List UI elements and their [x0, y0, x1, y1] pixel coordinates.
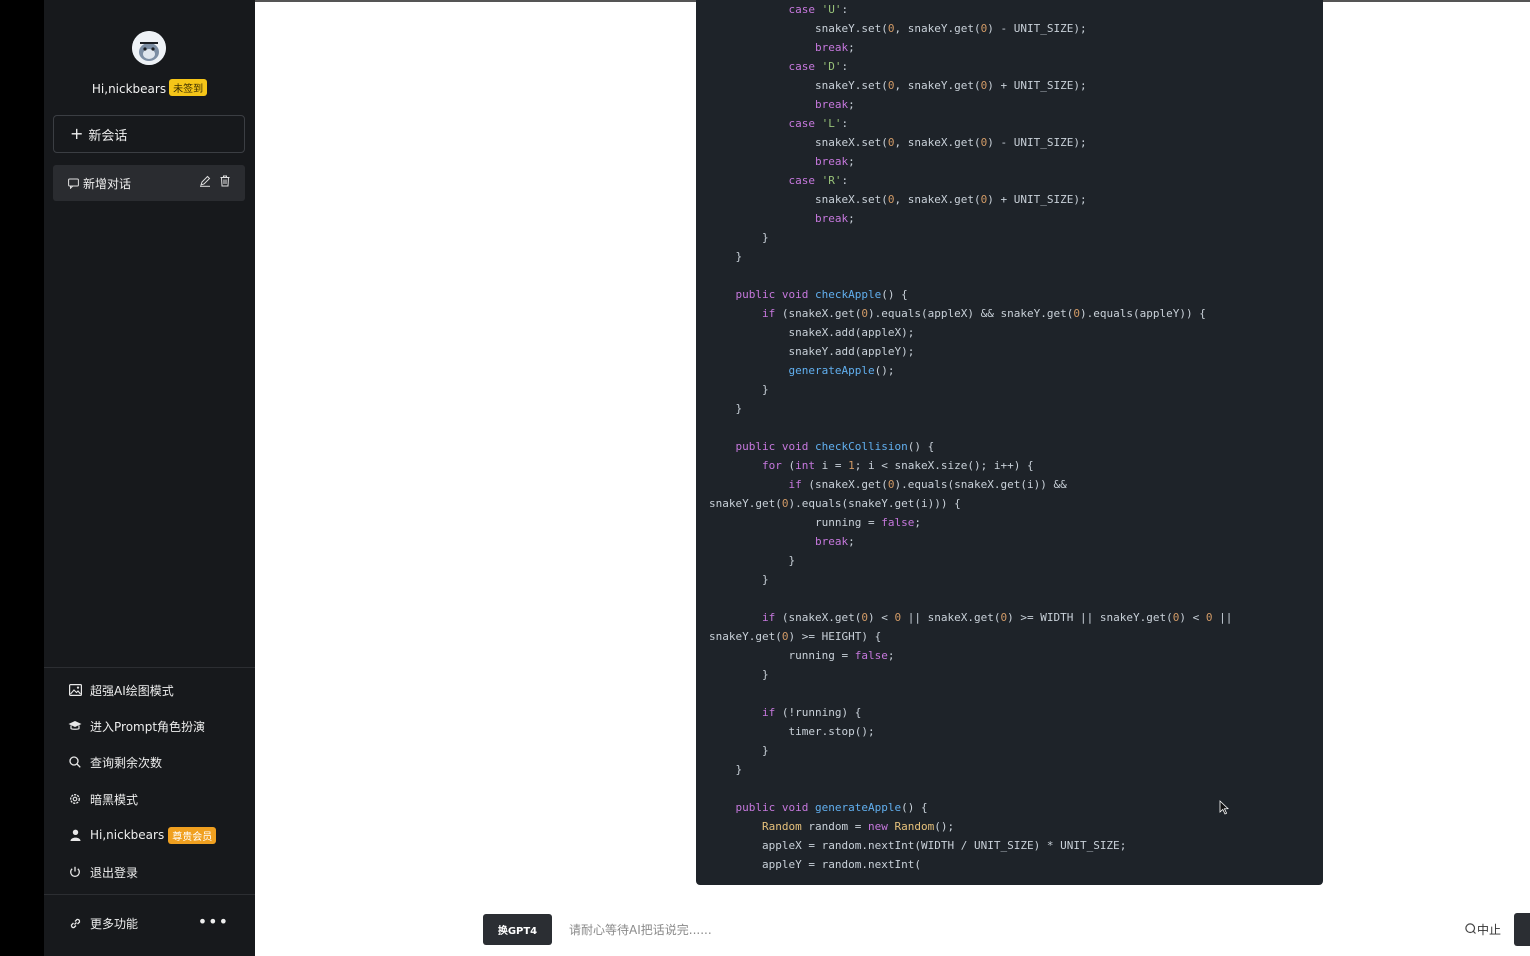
- stop-icon: [1465, 922, 1476, 937]
- code-line: }: [709, 668, 769, 681]
- menu-item-dark-mode[interactable]: 暗黑模式: [68, 789, 138, 809]
- code-line: snakeX.set(0, snakeX.get(0) + UNIT_SIZE)…: [814, 193, 1087, 206]
- prompt-input[interactable]: [561, 917, 1457, 943]
- code-block: case 'U': snakeY.set(0, snakeY.get(0) - …: [696, 0, 1323, 885]
- code-line: }: [709, 383, 769, 396]
- user-icon: [68, 828, 82, 842]
- code-line: case 'U':: [788, 3, 849, 16]
- window-left-edge: [0, 0, 44, 956]
- username: Hi,nickbears: [91, 82, 167, 96]
- user-greeting-line: Hi,nickbears 未签到: [44, 79, 255, 96]
- code-line: public void generateApple() {: [735, 801, 928, 814]
- code-line: break;: [814, 535, 855, 548]
- menu-divider: [44, 667, 255, 668]
- send-button[interactable]: [1514, 913, 1530, 946]
- bear-avatar-icon: [132, 31, 166, 65]
- code-line: break;: [814, 41, 855, 54]
- more-options-icon[interactable]: •••: [198, 912, 229, 931]
- code-line: for (int i = 1; i < snakeX.size(); i++) …: [761, 459, 1034, 472]
- code-line: public void checkCollision() {: [735, 440, 935, 453]
- conversation-title: 新增对话: [83, 176, 132, 191]
- image-icon: [68, 683, 82, 697]
- stop-button[interactable]: 中止: [1465, 921, 1501, 938]
- code-line: }: [709, 402, 743, 415]
- code-line: generateApple();: [788, 364, 895, 377]
- composer-bar: 换GPT4 中止: [255, 905, 1530, 955]
- code-line: appleY = random.nextInt(: [761, 858, 921, 871]
- code-line: }: [709, 763, 743, 776]
- code-line: case 'L':: [788, 117, 849, 130]
- link-icon: [68, 916, 82, 930]
- code-line: }: [709, 250, 743, 263]
- code-content: case 'U': snakeY.set(0, snakeY.get(0) - …: [709, 0, 1232, 874]
- code-line: }: [709, 744, 769, 757]
- code-line: case 'D':: [788, 60, 849, 73]
- avatar[interactable]: [132, 31, 166, 65]
- mouse-cursor-icon: [1219, 800, 1229, 819]
- main-panel: case 'U': snakeY.set(0, snakeY.get(0) - …: [255, 0, 1530, 956]
- search-icon: [68, 755, 82, 769]
- menu-item-ai-drawing[interactable]: 超强AI绘图模式: [68, 680, 174, 700]
- code-line: if (snakeX.get(0).equals(appleX) && snak…: [761, 307, 1206, 320]
- code-line: running = false;: [788, 649, 895, 662]
- conversation-item[interactable]: 新增对话: [53, 165, 245, 201]
- code-line: public void checkApple() {: [735, 288, 908, 301]
- code-line: timer.stop();: [788, 725, 875, 738]
- new-chat-button[interactable]: + 新会话: [53, 115, 245, 153]
- menu-item-remaining-count[interactable]: 查询剩余次数: [68, 752, 162, 772]
- code-line: snakeY.set(0, snakeY.get(0) - UNIT_SIZE)…: [814, 22, 1087, 35]
- sidebar: Hi,nickbears 未签到 + 新会话 新增对话 超强AI绘图模式 进入Pr…: [44, 0, 255, 956]
- member-badge: 尊贵会员: [168, 826, 217, 844]
- code-line: }: [709, 231, 769, 244]
- code-line: snakeX.set(0, snakeX.get(0) - UNIT_SIZE)…: [814, 136, 1087, 149]
- stop-label: 中止: [1477, 923, 1502, 937]
- menu-item-more-features[interactable]: 更多功能: [68, 913, 138, 933]
- code-line: break;: [814, 212, 855, 225]
- menu-item-prompt-roleplay[interactable]: 进入Prompt角色扮演: [68, 716, 205, 736]
- code-line: Random random = new Random();: [761, 820, 955, 833]
- code-line: break;: [814, 155, 855, 168]
- code-line: if (snakeX.get(0).equals(snakeX.get(i)) …: [788, 478, 1067, 491]
- menu-item-logout[interactable]: 退出登录: [68, 862, 138, 882]
- power-icon: [68, 865, 82, 879]
- new-chat-label: 新会话: [88, 128, 128, 144]
- code-line: snakeY.get(0) >= HEIGHT) {: [709, 630, 882, 643]
- code-line: if (!running) {: [761, 706, 862, 719]
- chat-bubble-icon: [68, 178, 79, 189]
- code-line: snakeY.set(0, snakeY.get(0) + UNIT_SIZE)…: [814, 79, 1087, 92]
- code-line: case 'R':: [788, 174, 849, 187]
- gear-icon: [68, 792, 82, 806]
- switch-gpt4-button[interactable]: 换GPT4: [483, 914, 552, 945]
- edit-icon[interactable]: [199, 175, 211, 190]
- menu-item-user[interactable]: Hi,nickbears 尊贵会员: [68, 825, 217, 845]
- graduation-cap-icon: [68, 719, 82, 733]
- trash-icon[interactable]: [219, 175, 231, 190]
- menu-divider-bottom: [44, 894, 255, 895]
- code-line: snakeY.add(appleY);: [788, 345, 915, 358]
- code-line: appleX = random.nextInt(WIDTH / UNIT_SIZ…: [761, 839, 1127, 852]
- code-line: running = false;: [814, 516, 921, 529]
- plus-icon: +: [70, 124, 84, 143]
- code-line: }: [709, 554, 796, 567]
- code-line: break;: [814, 98, 855, 111]
- code-line: snakeY.get(0).equals(snakeY.get(i))) {: [709, 497, 961, 510]
- checkin-badge[interactable]: 未签到: [169, 79, 208, 96]
- code-line: if (snakeX.get(0) < 0 || snakeX.get(0) >…: [761, 611, 1233, 624]
- code-line: snakeX.add(appleX);: [788, 326, 915, 339]
- code-line: }: [709, 573, 769, 586]
